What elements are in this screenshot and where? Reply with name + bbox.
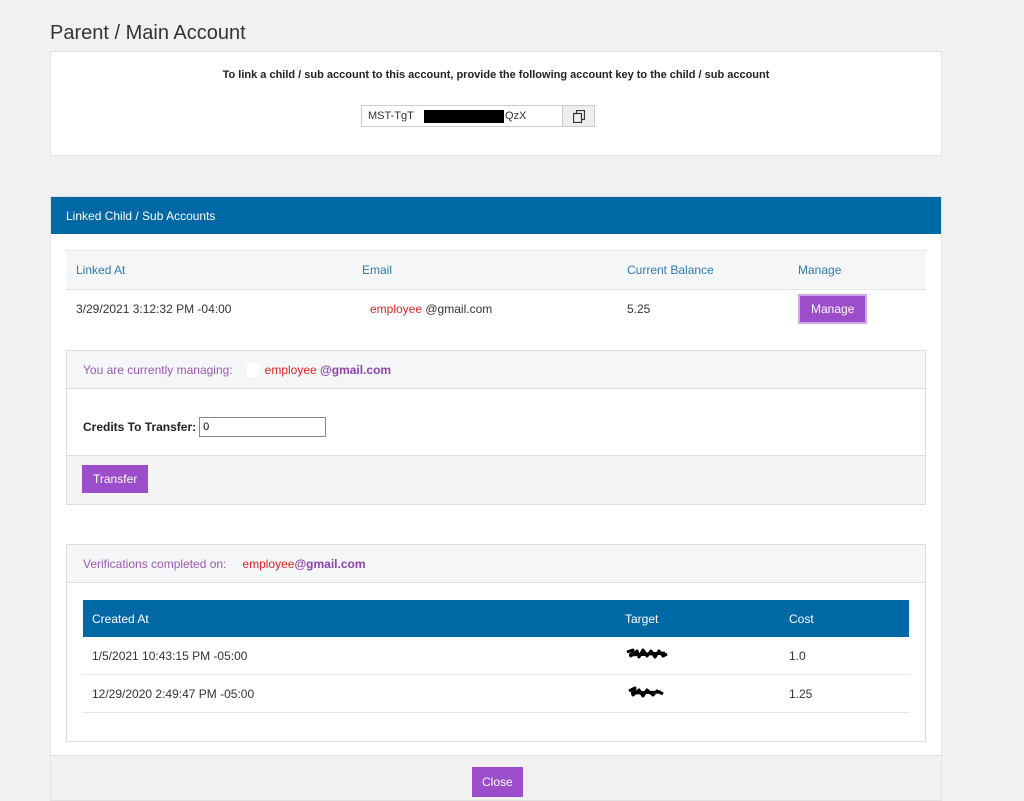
credits-label: Credits To Transfer: bbox=[83, 420, 197, 434]
column-header-email: Email bbox=[352, 250, 617, 290]
verifications-email-user: employee bbox=[242, 556, 295, 571]
created-at-cell: 1/5/2021 10:43:15 PM -05:00 bbox=[83, 637, 616, 675]
copy-icon bbox=[572, 109, 585, 123]
managing-email-domain: @gmail.com bbox=[320, 362, 392, 377]
column-header-created-at: Created At bbox=[83, 600, 616, 637]
managing-redaction bbox=[246, 362, 259, 377]
verifications-table: Created At Target Cost 1/5/2021 10:43:15… bbox=[83, 600, 909, 713]
manage-cell: Manage bbox=[788, 290, 926, 329]
credits-transfer-row: Credits To Transfer: bbox=[83, 417, 327, 437]
target-cell bbox=[616, 674, 780, 713]
linked-accounts-table: Linked At Email Current Balance Manage 3… bbox=[66, 250, 926, 328]
created-at-cell: 12/29/2020 2:49:47 PM -05:00 bbox=[83, 674, 616, 713]
account-key-field[interactable]: MST-TgT QzX bbox=[362, 106, 562, 126]
verifications-label: Verifications completed on: bbox=[83, 556, 227, 571]
verifications-email-domain: @gmail.com bbox=[294, 556, 366, 571]
account-key-prefix: MST-TgT bbox=[368, 110, 414, 122]
column-header-balance: Current Balance bbox=[617, 250, 788, 290]
table-row: 1/5/2021 10:43:15 PM -05:00 1.0 bbox=[83, 637, 909, 675]
verifications-panel: Verifications completed on: employee @gm… bbox=[66, 544, 926, 742]
account-key-instructions: To link a child / sub account to this ac… bbox=[222, 69, 770, 81]
email-cell: employee @gmail.com bbox=[352, 290, 617, 329]
manage-button[interactable]: Manage bbox=[798, 294, 868, 324]
managing-panel-footer: Transfer bbox=[67, 455, 925, 504]
column-header-cost: Cost bbox=[780, 600, 909, 637]
column-header-target: Target bbox=[616, 600, 780, 637]
redacted-scribble-icon bbox=[628, 686, 664, 698]
linked-at-cell: 3/29/2021 3:12:32 PM -04:00 bbox=[76, 302, 232, 316]
email-user: employee bbox=[370, 302, 423, 316]
account-key-suffix: QzX bbox=[505, 110, 527, 122]
transfer-button[interactable]: Transfer bbox=[82, 465, 149, 493]
managing-label: You are currently managing: bbox=[83, 362, 233, 377]
table-row: 3/29/2021 3:12:32 PM -04:00 employee @gm… bbox=[66, 290, 926, 329]
table-row: 12/29/2020 2:49:47 PM -05:00 1.25 bbox=[83, 674, 909, 713]
copy-key-button[interactable] bbox=[562, 106, 594, 126]
verifications-panel-header: Verifications completed on: employee @gm… bbox=[67, 545, 925, 583]
account-key-box: MST-TgT QzX bbox=[361, 105, 595, 127]
table-header-row: Created At Target Cost bbox=[83, 600, 909, 637]
managing-panel: You are currently managing: employee @gm… bbox=[66, 350, 926, 505]
email-domain: @gmail.com bbox=[425, 302, 493, 316]
managing-panel-header: You are currently managing: employee @gm… bbox=[67, 351, 925, 389]
balance-cell: 5.25 bbox=[627, 302, 651, 316]
account-key-card: To link a child / sub account to this ac… bbox=[50, 51, 942, 156]
linked-accounts-card: Linked Child / Sub Accounts Linked At Em… bbox=[50, 196, 942, 801]
redacted-scribble-icon bbox=[626, 648, 668, 659]
page-title: Parent / Main Account bbox=[50, 22, 246, 44]
modal-footer: Close bbox=[51, 755, 941, 800]
account-key-redaction bbox=[424, 110, 504, 123]
target-cell bbox=[616, 637, 780, 675]
close-button[interactable]: Close bbox=[472, 767, 523, 797]
table-header-row: Linked At Email Current Balance Manage bbox=[66, 250, 926, 290]
cost-cell: 1.0 bbox=[780, 637, 909, 675]
managing-email-user: employee bbox=[264, 362, 317, 377]
column-header-manage: Manage bbox=[788, 250, 926, 290]
cost-cell: 1.25 bbox=[780, 674, 909, 713]
credits-input[interactable] bbox=[199, 417, 327, 437]
column-header-linked-at: Linked At bbox=[66, 250, 352, 290]
linked-accounts-header: Linked Child / Sub Accounts bbox=[51, 197, 941, 234]
